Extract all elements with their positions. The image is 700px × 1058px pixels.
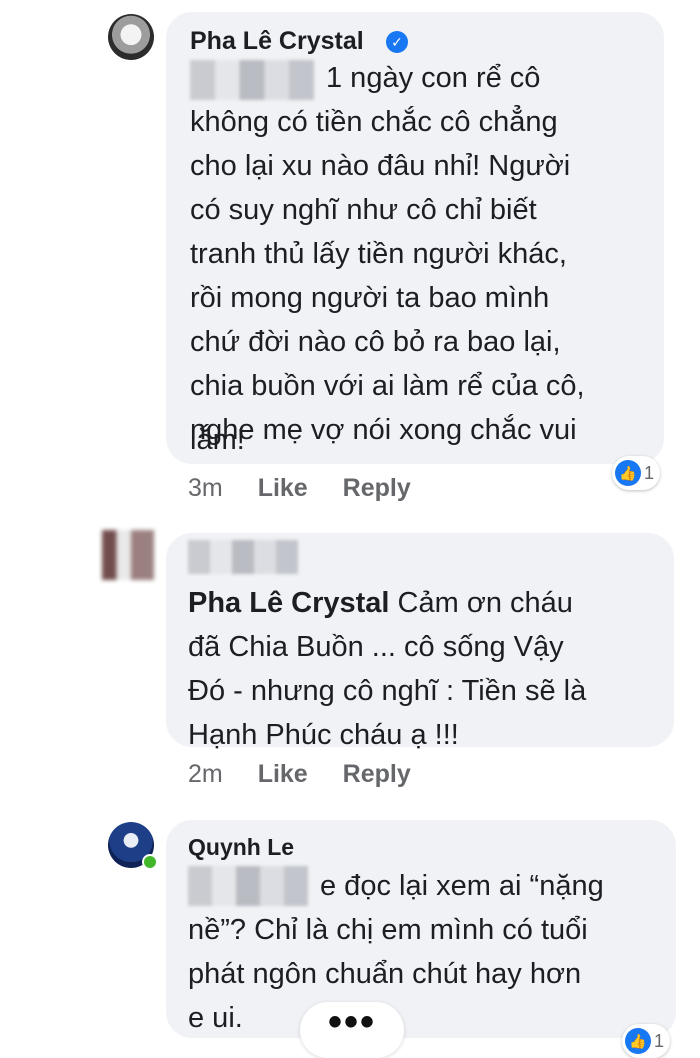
comment-text-line: nghe mẹ vợ nói xong chắc vui bbox=[190, 414, 577, 446]
redacted-mention bbox=[190, 60, 314, 100]
comment-text-line: không có tiền chắc cô chẳng bbox=[190, 106, 558, 138]
comment-author[interactable]: Quynh Le bbox=[188, 834, 294, 861]
comment-text-line: e đọc lại xem ai “nặng bbox=[320, 870, 604, 902]
reaction-badge[interactable]: 👍 1 bbox=[612, 456, 661, 490]
comment-text-line: phát ngôn chuẩn chút hay hơn bbox=[188, 958, 582, 990]
comment-actions: 3m Like Reply bbox=[188, 474, 411, 503]
comment-text-line: tranh thủ lấy tiền người khác, bbox=[190, 238, 567, 270]
like-thumb-icon: 👍 bbox=[625, 1028, 651, 1054]
comment-text-line: cho lại xu nào đâu nhỉ! Người bbox=[190, 150, 571, 182]
redacted-author bbox=[188, 540, 298, 574]
comment-text-line: có suy nghĩ như cô chỉ biết bbox=[190, 194, 537, 226]
comment-text-line: lắm! bbox=[190, 424, 245, 456]
comment-text-line: đã Chia Buồn ... cô sống Vậy bbox=[188, 631, 564, 663]
avatar-pha-le-crystal[interactable] bbox=[108, 14, 154, 60]
reaction-count: 1 bbox=[654, 1030, 665, 1051]
comment-text-line: 1 ngày con rể cô bbox=[326, 62, 541, 94]
avatar-redacted[interactable] bbox=[102, 530, 154, 580]
like-link[interactable]: Like bbox=[258, 760, 308, 788]
redacted-mention bbox=[188, 866, 308, 906]
reply-link[interactable]: Reply bbox=[343, 474, 411, 502]
comment-author[interactable]: Pha Lê Crystal bbox=[190, 27, 364, 56]
comment-text-line: Đó - nhưng cô nghĩ : Tiền sẽ là bbox=[188, 675, 587, 707]
comment-text-fragment: Cảm ơn cháu bbox=[397, 587, 573, 619]
reply-link[interactable]: Reply bbox=[343, 760, 411, 788]
comment-time[interactable]: 2m bbox=[188, 760, 223, 788]
like-thumb-icon: 👍 bbox=[615, 460, 641, 486]
comment-text-line: chứ đời nào cô bỏ ra bao lại, bbox=[190, 326, 561, 358]
comment-actions: 2m Like Reply bbox=[188, 760, 411, 789]
verified-check-icon: ✓ bbox=[386, 31, 408, 53]
like-link[interactable]: Like bbox=[258, 474, 308, 502]
comment-text-line: Pha Lê Crystal Cảm ơn cháu bbox=[188, 586, 573, 620]
comment-text-line: e ui. bbox=[188, 1002, 243, 1034]
comment-text-line: Hạnh Phúc cháu ạ !!! bbox=[188, 719, 459, 751]
online-status-icon bbox=[142, 854, 158, 870]
comment-time[interactable]: 3m bbox=[188, 474, 223, 502]
comment-text-line: chia buồn với ai làm rể của cô, bbox=[190, 370, 585, 402]
more-options-button[interactable]: ••• bbox=[300, 1002, 404, 1058]
mentioned-author[interactable]: Pha Lê Crystal bbox=[188, 587, 389, 619]
comment-text-line: rồi mong người ta bao mình bbox=[190, 282, 550, 314]
reaction-count: 1 bbox=[644, 462, 655, 483]
comment-text-line: nề”? Chỉ là chị em mình có tuổi bbox=[188, 914, 588, 946]
reaction-badge[interactable]: 👍 1 bbox=[622, 1024, 671, 1058]
